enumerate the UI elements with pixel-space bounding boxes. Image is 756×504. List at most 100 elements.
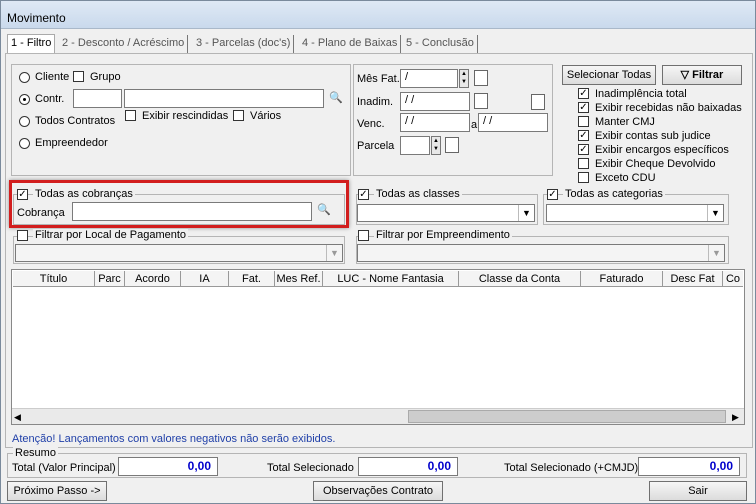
total-principal-value: 0,00 <box>118 457 218 476</box>
col-faturado[interactable]: Faturado <box>581 271 663 287</box>
title-bar: Movimento <box>1 1 755 29</box>
tab-parcelas[interactable]: 3 - Parcelas (doc's) <box>193 35 295 53</box>
total-principal-label: Total (Valor Principal) <box>12 462 116 474</box>
chevron-down-icon: ▼ <box>707 205 723 221</box>
radio-cliente[interactable] <box>19 72 30 83</box>
local-pagamento-combo[interactable]: ▼ <box>15 244 343 262</box>
exibir-rescindidas-checkbox[interactable] <box>125 110 136 121</box>
option-checkbox-0[interactable]: ✓ <box>578 88 589 99</box>
option-label-6: Exceto CDU <box>595 172 656 184</box>
contract-name-input[interactable] <box>124 89 324 108</box>
radio-cliente-label: Cliente <box>35 71 70 83</box>
chevron-down-icon: ▼ <box>708 245 724 261</box>
varios-checkbox[interactable] <box>233 110 244 121</box>
todas-categorias-label: Todas as categorias <box>563 188 665 200</box>
option-checkbox-5[interactable] <box>578 158 589 169</box>
varios-label: Vários <box>250 110 282 122</box>
total-cmjd-label: Total Selecionado (+CMJD) <box>504 462 639 474</box>
scrollbar-thumb[interactable] <box>408 410 726 423</box>
radio-empreendedor-label: Empreendedor <box>35 137 108 149</box>
radio-todos-label: Todos Contratos <box>35 115 116 127</box>
exibir-rescindidas-label: Exibir rescindidas <box>142 110 229 122</box>
chevron-down-icon: ▼ <box>326 245 342 261</box>
highlight-box <box>9 180 349 228</box>
option-label-5: Exibir Cheque Devolvido <box>595 158 716 170</box>
sair-button[interactable]: Sair <box>649 481 747 501</box>
todas-classes-label: Todas as classes <box>374 188 462 200</box>
results-grid[interactable] <box>11 269 745 425</box>
tab-plano-baixas[interactable]: 4 - Plano de Baixas <box>299 35 402 53</box>
venc-separator: a <box>471 119 478 131</box>
col-titulo[interactable]: Título <box>13 271 95 287</box>
col-mes-ref[interactable]: Mes Ref. <box>275 271 323 287</box>
local-pagamento-checkbox[interactable] <box>17 230 28 241</box>
total-cmjd-value: 0,00 <box>638 457 740 476</box>
scroll-right-icon[interactable]: ▶ <box>732 412 739 423</box>
col-ia[interactable]: IA <box>181 271 229 287</box>
grupo-checkbox[interactable] <box>73 71 84 82</box>
selecionar-todas-button[interactable]: Selecionar Todas <box>562 65 656 85</box>
venc-to-input[interactable]: / / <box>478 113 548 132</box>
tab-conclusao[interactable]: 5 - Conclusão <box>403 35 478 53</box>
grid-header: Título Parc Acordo IA Fat. Mes Ref. LUC … <box>13 271 743 287</box>
warning-text: Atenção! Lançamentos com valores negativ… <box>12 433 336 445</box>
inadim-input[interactable]: / / <box>400 92 470 111</box>
col-classe[interactable]: Classe da Conta <box>459 271 581 287</box>
parcela-spinner[interactable]: ▲ ▼ <box>431 136 441 155</box>
parcela-label: Parcela <box>357 140 395 152</box>
horizontal-scrollbar[interactable]: ◀ ▶ <box>12 408 744 424</box>
option-checkbox-6[interactable] <box>578 172 589 183</box>
col-acordo[interactable]: Acordo <box>125 271 181 287</box>
col-fat[interactable]: Fat. <box>229 271 275 287</box>
radio-contr[interactable] <box>19 94 30 105</box>
radio-empreendedor[interactable] <box>19 138 30 149</box>
categorias-combo[interactable]: ▼ <box>546 204 724 222</box>
classes-combo[interactable]: ▼ <box>357 204 535 222</box>
filter-funnel-icon: ▽ <box>680 69 693 81</box>
todas-classes-checkbox[interactable]: ✓ <box>358 189 369 200</box>
grupo-label: Grupo <box>90 71 121 83</box>
radio-contr-label: Contr. <box>35 93 65 105</box>
filtrar-label: Filtrar <box>692 69 724 81</box>
mes-fat-input[interactable]: / <box>400 69 458 88</box>
filtrar-button[interactable]: ▽ Filtrar <box>662 65 742 85</box>
tab-desconto[interactable]: 2 - Desconto / Acréscimo <box>59 35 189 53</box>
col-co[interactable]: Co <box>723 271 743 287</box>
empreendimento-combo[interactable]: ▼ <box>357 244 725 262</box>
proximo-passo-button[interactable]: Próximo Passo -> <box>7 481 107 501</box>
inadim-label: Inadim. <box>357 96 394 108</box>
option-checkbox-4[interactable]: ✓ <box>578 144 589 155</box>
option-label-4: Exibir encargos específicos <box>595 144 729 156</box>
todas-categorias-checkbox[interactable]: ✓ <box>547 189 558 200</box>
col-desc-fat[interactable]: Desc Fat <box>663 271 723 287</box>
col-luc[interactable]: LUC - Nome Fantasia <box>323 271 459 287</box>
option-label-1: Exibir recebidas não baixadas <box>595 102 742 114</box>
window-title: Movimento <box>7 11 66 25</box>
option-label-0: Inadimplência total <box>595 88 687 100</box>
option-label-3: Exibir contas sub judice <box>595 130 711 142</box>
option-checkbox-3[interactable]: ✓ <box>578 130 589 141</box>
parcela-doc-icon[interactable] <box>445 137 459 153</box>
col-parc[interactable]: Parc <box>95 271 125 287</box>
empreendimento-checkbox[interactable] <box>358 230 369 241</box>
mes-fat-spinner[interactable]: ▲ ▼ <box>459 69 469 88</box>
movimento-window: Movimento 1 - Filtro 2 - Desconto / Acré… <box>0 0 756 504</box>
total-selecionado-value: 0,00 <box>358 457 458 476</box>
scroll-left-icon[interactable]: ◀ <box>14 412 21 423</box>
search-contract-icon[interactable]: 🔍 <box>327 90 345 107</box>
mes-fat-calendar-icon[interactable] <box>474 70 488 86</box>
inadim-extra-icon[interactable] <box>531 94 545 110</box>
total-selecionado-label: Total Selecionado <box>267 462 354 474</box>
inadim-calendar-icon[interactable] <box>474 93 488 109</box>
empreendimento-label: Filtrar por Empreendimento <box>374 229 512 241</box>
parcela-input[interactable] <box>400 136 430 155</box>
venc-label: Venc. <box>357 118 385 130</box>
radio-todos-contratos[interactable] <box>19 116 30 127</box>
option-label-2: Manter CMJ <box>595 116 655 128</box>
option-checkbox-1[interactable]: ✓ <box>578 102 589 113</box>
observacoes-contrato-button[interactable]: Observações Contrato <box>313 481 443 501</box>
contract-code-input[interactable] <box>73 89 122 108</box>
option-checkbox-2[interactable] <box>578 116 589 127</box>
tab-filtro[interactable]: 1 - Filtro <box>7 34 56 54</box>
venc-from-input[interactable]: / / <box>400 113 470 132</box>
